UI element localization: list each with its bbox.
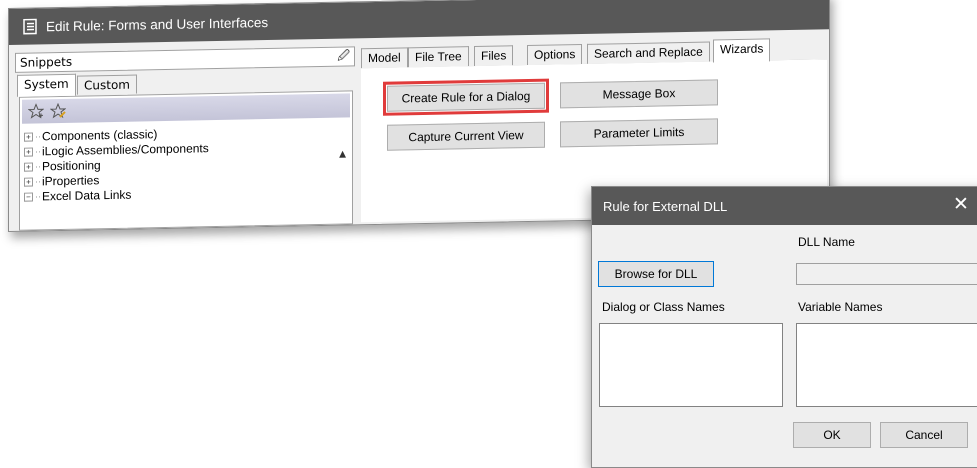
pin-icon[interactable]: 🖉	[337, 46, 350, 67]
ok-button[interactable]: OK	[793, 422, 871, 448]
parameter-limits-button[interactable]: Parameter Limits	[560, 118, 718, 147]
browse-dll-button[interactable]: Browse for DLL	[598, 261, 714, 287]
tree-item-label: iLogic Assemblies/Components	[42, 141, 209, 159]
tab-model[interactable]: Model	[361, 47, 408, 68]
snippets-title: Snippets	[20, 55, 72, 70]
snippets-tree: +··Components (classic) +··iLogic Assemb…	[20, 119, 352, 204]
add-favorite-star-icon[interactable]	[28, 103, 44, 119]
cancel-button[interactable]: Cancel	[880, 422, 968, 448]
tab-search-replace[interactable]: Search and Replace	[587, 42, 710, 64]
dialog-class-names-label: Dialog or Class Names	[602, 300, 725, 314]
tree-item-label: Positioning	[42, 158, 101, 174]
expand-icon[interactable]: +	[24, 148, 33, 157]
snippets-tree-box: +··Components (classic) +··iLogic Assemb…	[19, 90, 353, 230]
dialog-titlebar[interactable]: Rule for External DLL ✕	[592, 187, 977, 225]
tree-item-label: iProperties	[42, 173, 99, 189]
snippet-toolbar	[22, 93, 350, 123]
expand-icon[interactable]: +	[24, 163, 33, 172]
edit-favorite-star-icon[interactable]	[50, 103, 66, 119]
message-box-button[interactable]: Message Box	[560, 79, 718, 108]
tree-item-label: Excel Data Links	[42, 188, 131, 205]
tab-files[interactable]: Files	[474, 45, 513, 66]
expand-icon[interactable]: +	[24, 133, 33, 142]
dll-name-label: DLL Name	[798, 235, 855, 249]
external-dll-dialog: Rule for External DLL ✕ DLL Name Browse …	[591, 186, 977, 468]
tab-wizards[interactable]: Wizards	[713, 38, 770, 62]
edit-rule-titlebar[interactable]: Edit Rule: Forms and User Interfaces	[9, 0, 829, 45]
scroll-up-arrow-icon[interactable]: ▲	[339, 150, 346, 160]
expand-icon[interactable]: +	[24, 178, 33, 187]
close-icon[interactable]: ✕	[953, 195, 969, 215]
capture-current-view-button[interactable]: Capture Current View	[387, 122, 545, 151]
variable-names-label: Variable Names	[798, 300, 882, 314]
window-title: Edit Rule: Forms and User Interfaces	[46, 15, 268, 34]
tab-custom[interactable]: Custom	[77, 75, 137, 95]
dialog-title: Rule for External DLL	[603, 199, 727, 214]
variable-names-list[interactable]	[796, 323, 977, 407]
tab-options[interactable]: Options	[527, 44, 582, 65]
tab-system[interactable]: System	[17, 74, 76, 97]
snippets-panel: Snippets 🖉 System Custom +··Components (…	[15, 46, 355, 229]
create-rule-dialog-button[interactable]: Create Rule for a Dialog	[387, 83, 545, 112]
rule-editor-icon	[21, 17, 39, 35]
dialog-class-names-list[interactable]	[599, 323, 783, 407]
tab-file-tree[interactable]: File Tree	[408, 46, 469, 67]
collapse-icon[interactable]: −	[24, 193, 33, 202]
dll-name-field[interactable]	[796, 263, 977, 285]
